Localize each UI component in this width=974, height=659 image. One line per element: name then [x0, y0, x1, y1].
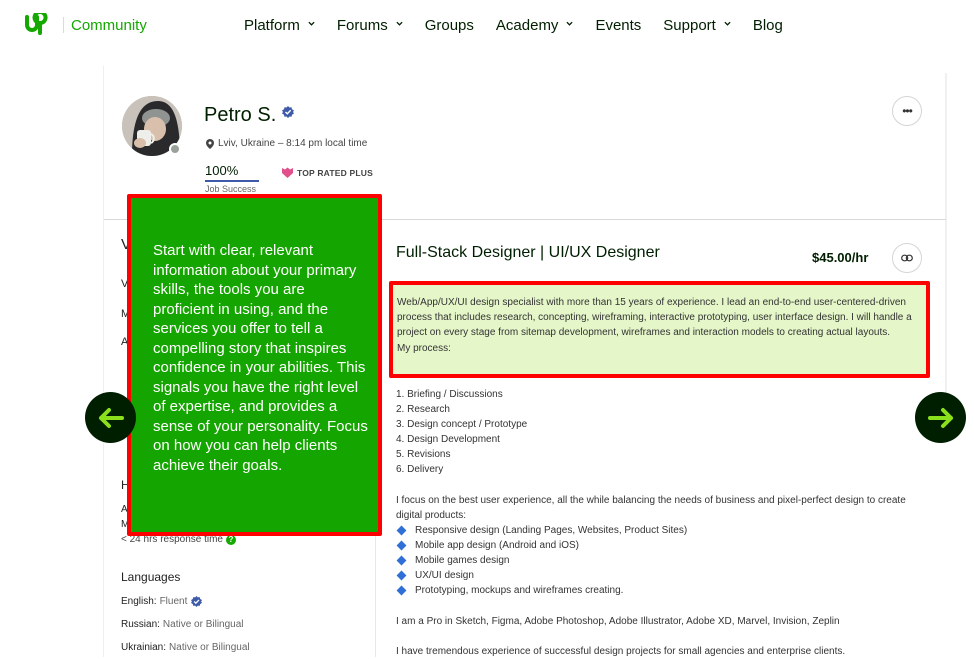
service-text: Mobile app design (Android and iOS) [415, 540, 579, 551]
language-item: Ukrainian: Native or Bilingual [121, 642, 250, 653]
link-icon [901, 254, 913, 262]
nav-label: Platform [244, 17, 300, 34]
service-item: Prototyping, mockups and wireframes crea… [396, 583, 926, 598]
nav-forums[interactable]: Forums [337, 17, 403, 34]
services-section: I focus on the best user experience, all… [396, 493, 926, 598]
previous-button[interactable] [85, 392, 136, 443]
copy-link-button[interactable] [892, 243, 922, 273]
nav-academy[interactable]: Academy [496, 17, 574, 34]
job-success-value: 100% [205, 163, 239, 178]
job-success-bar [205, 180, 259, 182]
chevron-down-icon [724, 21, 731, 26]
diamond-bullet-icon [396, 570, 407, 581]
language-item: English: Fluent [121, 596, 203, 607]
top-navigation: Community Platform Forums Groups Academy… [0, 0, 974, 52]
hourly-rate: $45.00/hr [812, 250, 869, 265]
nav-label: Blog [752, 17, 783, 34]
service-text: UX/UI design [415, 570, 474, 581]
language-level: Fluent [159, 596, 188, 607]
focus-paragraph: I focus on the best user experience, all… [396, 495, 906, 521]
location-pin-icon [206, 138, 214, 149]
nav-label: Support [663, 17, 716, 34]
main-nav: Platform Forums Groups Academy Events Su… [244, 17, 805, 34]
language-level: Native or Bilingual [162, 619, 244, 630]
diamond-bullet-icon [396, 555, 407, 566]
chevron-down-icon [396, 21, 403, 26]
nav-label: Academy [495, 17, 559, 34]
service-item: Mobile app design (Android and iOS) [396, 538, 926, 553]
tip-text: Start with clear, relevant information a… [153, 242, 368, 474]
language-name: Russian: [121, 619, 160, 630]
service-text: Mobile games design [415, 555, 510, 566]
languages-heading: Languages [121, 570, 181, 584]
help-icon[interactable]: ? [226, 534, 236, 545]
language-item: Russian: Native or Bilingual [121, 619, 244, 630]
tools-paragraph: I am a Pro in Sketch, Figma, Adobe Photo… [396, 616, 840, 627]
tip-overlay: Start with clear, relevant information a… [127, 194, 382, 536]
overview-text: Web/App/UX/UI design specialist with mor… [397, 295, 917, 356]
process-step: 1. Briefing / Discussions [396, 389, 503, 400]
community-link[interactable]: Community [71, 17, 147, 34]
chevron-down-icon [566, 21, 574, 26]
nav-label: Forums [336, 17, 388, 34]
more-options-button[interactable]: ••• [892, 96, 922, 126]
chevron-down-icon [308, 21, 315, 26]
card-border-right [945, 73, 947, 433]
job-success-label: Job Success [205, 184, 257, 194]
overview-highlight-annotation: Web/App/UX/UI design specialist with mor… [389, 281, 930, 378]
process-list: 1. Briefing / Discussions 2. Research 3.… [396, 387, 527, 477]
service-text: Responsive design (Landing Pages, Websit… [415, 525, 688, 536]
language-level: Native or Bilingual [169, 642, 250, 653]
process-step: 5. Revisions [396, 449, 451, 460]
diamond-bullet-icon [396, 540, 407, 551]
language-name: English: [121, 596, 157, 607]
process-step: 3. Design concept / Prototype [396, 419, 528, 430]
process-step: 4. Design Development [396, 434, 500, 445]
process-label: My process: [397, 342, 451, 354]
badge-text: TOP RATED PLUS [297, 167, 374, 178]
service-item: Mobile games design [396, 553, 926, 568]
nav-groups[interactable]: Groups [425, 17, 474, 34]
process-step: 6. Delivery [396, 464, 444, 475]
nav-support[interactable]: Support [663, 17, 731, 34]
online-status-indicator [169, 143, 181, 155]
diamond-bullet-icon [396, 525, 407, 536]
nav-label: Events [595, 17, 642, 34]
location-text: Lviv, Ukraine – 8:14 pm local time [218, 138, 368, 149]
verified-badge-icon [282, 105, 295, 118]
verified-badge-icon [191, 596, 203, 607]
service-item: UX/UI design [396, 568, 926, 583]
process-step: 2. Research [396, 404, 450, 415]
arrow-left-icon [98, 407, 124, 428]
logo-separator [63, 17, 64, 33]
nav-platform[interactable]: Platform [244, 17, 315, 34]
overview-paragraph: Web/App/UX/UI design specialist with mor… [397, 297, 912, 339]
nav-events[interactable]: Events [595, 17, 641, 34]
profile-title: Full-Stack Designer | UI/UX Designer [396, 244, 660, 261]
profile-name-text: Petro S. [204, 104, 277, 126]
service-item: Responsive design (Landing Pages, Websit… [396, 523, 926, 538]
top-rated-icon [282, 167, 293, 178]
top-rated-plus-badge: TOP RATED PLUS [282, 167, 373, 178]
nav-blog[interactable]: Blog [753, 17, 783, 34]
language-name: Ukrainian: [121, 642, 167, 653]
next-button[interactable] [915, 392, 966, 443]
diamond-bullet-icon [396, 585, 407, 596]
upwork-logo-icon[interactable] [24, 13, 56, 37]
profile-location: Lviv, Ukraine – 8:14 pm local time [206, 138, 367, 149]
service-text: Prototyping, mockups and wireframes crea… [415, 585, 624, 596]
card-border-left [103, 66, 104, 657]
profile-name: Petro S. [204, 104, 295, 127]
nav-label: Groups [424, 17, 474, 34]
arrow-right-icon [927, 407, 953, 428]
